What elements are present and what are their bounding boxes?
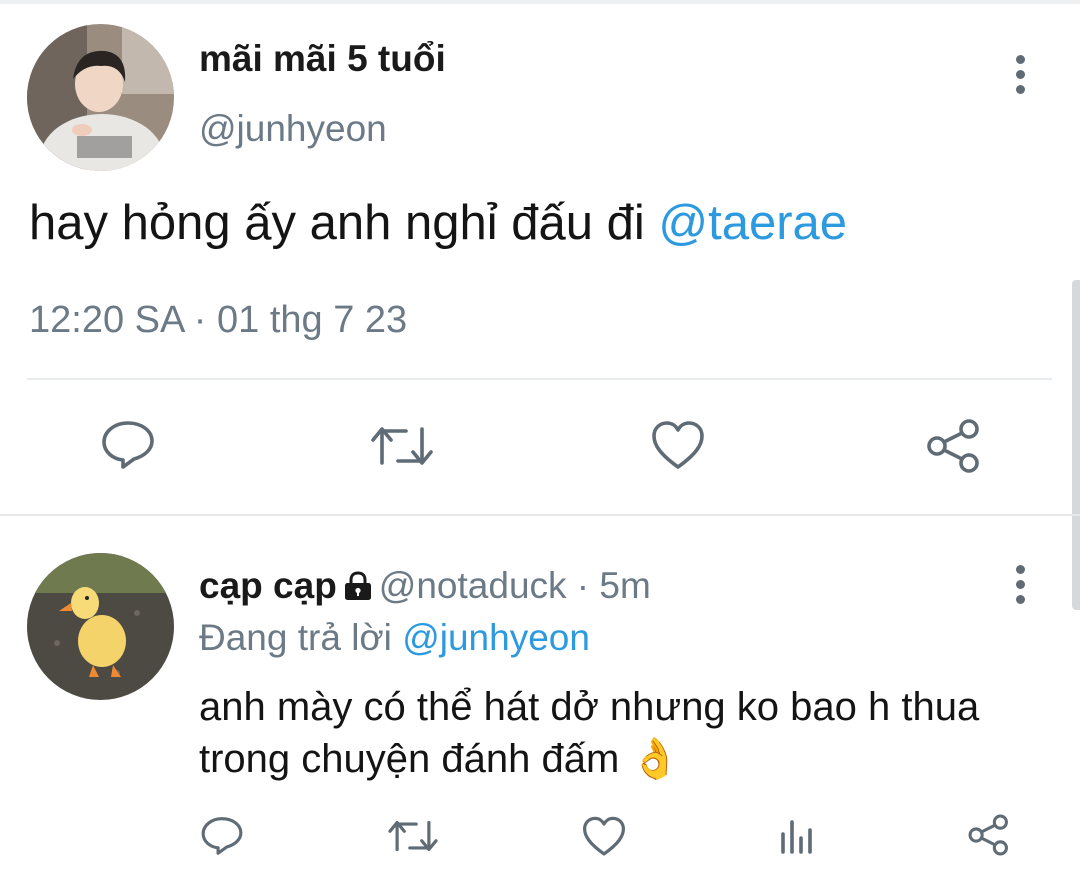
tweet-body: anh mày có thể hát dở nhưng ko bao h thu…: [199, 685, 980, 781]
top-edge: [0, 0, 1080, 4]
dot-separator: ·: [566, 565, 600, 606]
timestamp[interactable]: 12:20 SA · 01 thg 7 23: [29, 299, 407, 342]
reply-icon[interactable]: [100, 419, 156, 471]
avatar[interactable]: [27, 24, 174, 171]
bar-chart-icon[interactable]: [777, 816, 817, 856]
share-icon[interactable]: [967, 813, 1011, 857]
heart-icon[interactable]: [650, 420, 706, 472]
scroll-indicator[interactable]: [1072, 280, 1080, 610]
lock-icon: [343, 568, 373, 610]
more-options-icon[interactable]: [1016, 55, 1026, 100]
mention-link[interactable]: @taerae: [658, 196, 847, 250]
ok-hand-emoji: 👌: [630, 737, 681, 781]
tweet-body: hay hỏng ấy anh nghỉ đấu đi: [29, 196, 659, 250]
author-handle[interactable]: @notaduck: [379, 565, 567, 606]
reply-icon[interactable]: [200, 815, 244, 857]
mention-link[interactable]: @junhyeon: [402, 617, 590, 658]
more-options-icon[interactable]: [1016, 565, 1026, 610]
tweet-age: 5m: [599, 565, 651, 606]
avatar[interactable]: [27, 553, 174, 700]
retweet-icon[interactable]: [386, 817, 440, 855]
retweet-icon[interactable]: [368, 423, 436, 469]
author-handle[interactable]: @junhyeon: [199, 108, 387, 150]
tweet-text: anh mày có thể hát dở nhưng ko bao h thu…: [199, 681, 1059, 785]
tweet-separator: [0, 514, 1080, 516]
tweet-text: hay hỏng ấy anh nghỉ đấu đi @taerae: [29, 195, 847, 251]
reply-header: cạp cạp @notaduck · 5m: [199, 565, 651, 610]
heart-icon[interactable]: [581, 816, 627, 858]
share-icon[interactable]: [925, 418, 983, 474]
replying-to: Đang trả lời @junhyeon: [199, 617, 590, 659]
author-name[interactable]: cạp cạp: [199, 565, 337, 606]
divider: [27, 378, 1052, 380]
replying-to-label: Đang trả lời: [199, 617, 403, 658]
author-name[interactable]: mãi mãi 5 tuổi: [199, 38, 446, 80]
